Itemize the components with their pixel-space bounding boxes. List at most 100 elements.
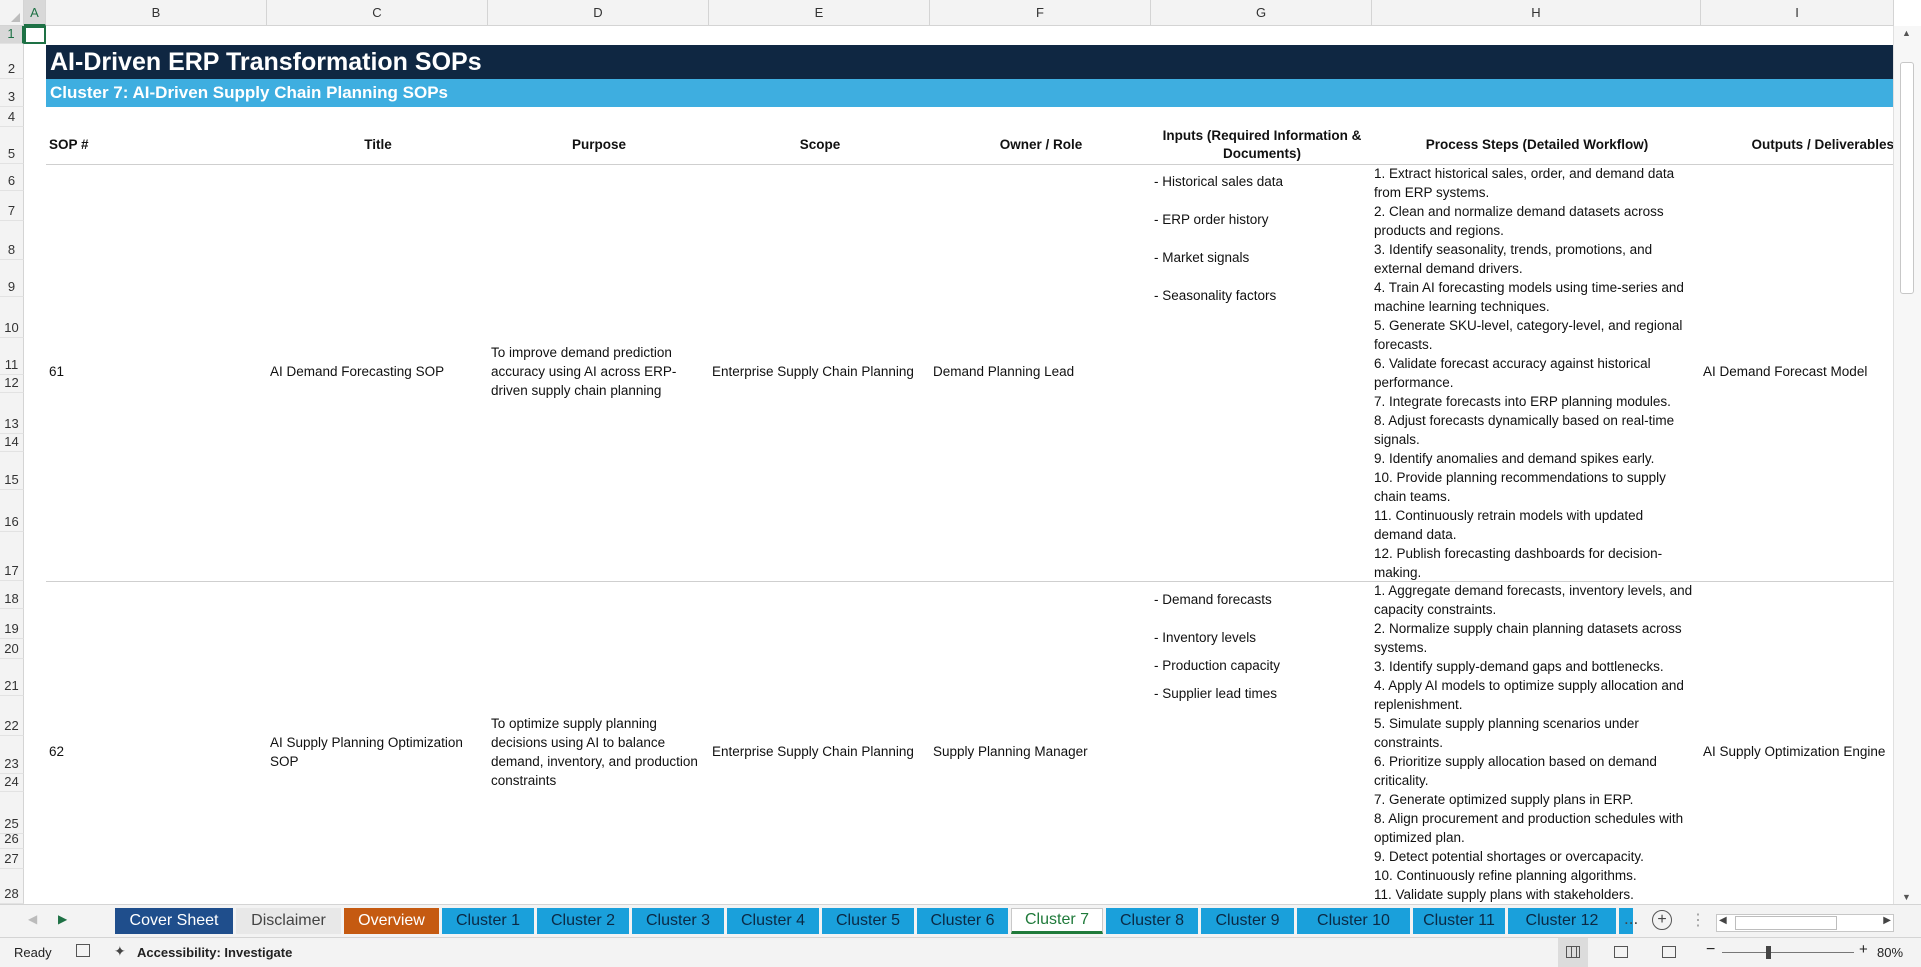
column-header-d[interactable]: D	[488, 0, 709, 26]
sheet-tab-cluster-12[interactable]: Cluster 12	[1508, 908, 1616, 934]
row-header-16[interactable]: 16	[0, 490, 24, 532]
accessibility-icon[interactable]: ✦	[114, 943, 126, 960]
row-header-23[interactable]: 23	[0, 736, 24, 774]
sop-scope[interactable]: Enterprise Supply Chain Planning	[712, 742, 914, 761]
sop-inputs[interactable]: - Historical sales data - ERP order hist…	[1154, 172, 1283, 324]
row-header-20[interactable]: 20	[0, 639, 24, 659]
row-header-3[interactable]: 3	[0, 79, 24, 107]
sheet-tab-cluster-5[interactable]: Cluster 5	[822, 908, 914, 934]
hscroll-left-icon[interactable]: ◀	[1719, 915, 1727, 926]
column-header-h[interactable]: H	[1372, 0, 1701, 26]
process-step-line: 7. Integrate forecasts into ERP planning…	[1374, 394, 1671, 409]
tab-scroll-right-icon[interactable]: ▶	[58, 912, 67, 926]
row-header-4[interactable]: 4	[0, 107, 24, 127]
sop-scope[interactable]: Enterprise Supply Chain Planning	[712, 362, 914, 381]
row-header-18[interactable]: 18	[0, 581, 24, 609]
sop-process-steps[interactable]: 1. Extract historical sales, order, and …	[1374, 164, 1684, 582]
sheet-tab-cluster-11[interactable]: Cluster 11	[1413, 908, 1505, 934]
row-header-25[interactable]: 25	[0, 792, 24, 834]
row-header-12[interactable]: 12	[0, 375, 24, 393]
sheet-tab-cluster-4[interactable]: Cluster 4	[727, 908, 819, 934]
accessibility-status[interactable]: Accessibility: Investigate	[137, 945, 292, 960]
page-layout-view-icon[interactable]	[1614, 946, 1628, 958]
sheet-tab-cluster-1[interactable]: Cluster 1	[442, 908, 534, 934]
sop-title[interactable]: AI Demand Forecasting SOP	[270, 362, 444, 381]
zoom-slider-thumb[interactable]	[1766, 946, 1771, 959]
hscroll-right-icon[interactable]: ▶	[1883, 915, 1891, 926]
row-header-1[interactable]: 1	[0, 26, 24, 44]
row-header-28[interactable]: 28	[0, 869, 24, 904]
column-header-b[interactable]: B	[46, 0, 267, 26]
row-header-19[interactable]: 19	[0, 609, 24, 639]
sop-purpose[interactable]: To improve demand prediction accuracy us…	[491, 343, 676, 400]
sop-output[interactable]: AI Supply Optimization Engine	[1703, 742, 1885, 761]
sheet-tab-cluster-3[interactable]: Cluster 3	[632, 908, 724, 934]
vertical-scrollbar[interactable]: ▲ ▼	[1893, 26, 1921, 904]
row-header-6[interactable]: 6	[0, 164, 24, 191]
sheet-tab-disclaimer[interactable]: Disclaimer	[236, 908, 341, 934]
column-header-c[interactable]: C	[267, 0, 488, 26]
row-header-5[interactable]: 5	[0, 127, 24, 164]
sheet-tab-cover-sheet[interactable]: Cover Sheet	[115, 908, 233, 934]
zoom-level[interactable]: 80%	[1877, 945, 1903, 960]
zoom-slider[interactable]	[1722, 952, 1854, 953]
column-header-i[interactable]: I	[1701, 0, 1894, 26]
row-header-21[interactable]: 21	[0, 659, 24, 696]
row-header-7[interactable]: 7	[0, 191, 24, 221]
sop-number[interactable]: 62	[49, 742, 64, 761]
sop-number[interactable]: 61	[49, 362, 64, 381]
tab-scroll-left-icon[interactable]: ◀	[28, 912, 37, 926]
macro-record-icon[interactable]	[76, 944, 90, 957]
sheet-tab-cluster-7[interactable]: Cluster 7	[1011, 908, 1103, 934]
row-header-15[interactable]: 15	[0, 452, 24, 490]
sop-owner[interactable]: Supply Planning Manager	[933, 742, 1088, 761]
scroll-down-icon[interactable]: ▼	[1902, 892, 1911, 902]
scroll-up-icon[interactable]: ▲	[1902, 28, 1911, 38]
row-header-8[interactable]: 8	[0, 221, 24, 260]
vertical-scroll-thumb[interactable]	[1900, 62, 1914, 294]
add-sheet-icon[interactable]: +	[1652, 910, 1672, 930]
process-step-line: chain teams.	[1374, 489, 1451, 504]
sheet-tab-bar: ◀ ▶ Cover Sheet Disclaimer Overview Cluster…	[0, 904, 1921, 938]
sheet-tab-cluster-10[interactable]: Cluster 10	[1297, 908, 1410, 934]
column-header-e[interactable]: E	[709, 0, 930, 26]
sop-title[interactable]: AI Supply Planning Optimization SOP	[270, 733, 463, 771]
zoom-out-icon[interactable]: −	[1706, 941, 1715, 959]
row-header-9[interactable]: 9	[0, 260, 24, 297]
row-header-11[interactable]: 11	[0, 338, 24, 375]
header-inputs: Inputs (Required Information & Documents…	[1152, 127, 1372, 163]
sheet-tab-cluster-8[interactable]: Cluster 8	[1106, 908, 1198, 934]
sheet-tab-overview[interactable]: Overview	[344, 908, 439, 934]
row-header-13[interactable]: 13	[0, 393, 24, 434]
sop-owner[interactable]: Demand Planning Lead	[933, 362, 1074, 381]
row-header-2[interactable]: 2	[0, 44, 24, 79]
select-all-corner[interactable]	[0, 0, 24, 26]
sop-purpose[interactable]: To optimize supply planning decisions us…	[491, 714, 698, 790]
row-header-17[interactable]: 17	[0, 532, 24, 581]
spreadsheet-grid[interactable]: ABCDEFGHI 1 2 3 4 5 6 7 8 9 10 11 12 13 14 15 16 17 18 19 2…	[0, 0, 1921, 904]
sheet-tab-cluster-6[interactable]: Cluster 6	[917, 908, 1008, 934]
column-header-f[interactable]: F	[930, 0, 1151, 26]
sop-output[interactable]: AI Demand Forecast Model	[1703, 362, 1867, 381]
page-break-view-icon[interactable]	[1662, 946, 1676, 958]
row-header-24[interactable]: 24	[0, 774, 24, 792]
zoom-in-icon[interactable]: +	[1859, 941, 1868, 958]
active-cell-a1[interactable]	[24, 26, 46, 44]
sop-process-steps[interactable]: 1. Aggregate demand forecasts, inventory…	[1374, 581, 1692, 904]
row-header-14[interactable]: 14	[0, 434, 24, 452]
normal-view-button[interactable]	[1558, 938, 1588, 967]
sheet-tab-cluster-9[interactable]: Cluster 9	[1201, 908, 1294, 934]
process-step-line: 8. Adjust forecasts dynamically based on…	[1374, 413, 1675, 428]
column-header-a[interactable]: A	[24, 0, 46, 26]
horizontal-scroll-thumb[interactable]	[1735, 916, 1837, 930]
sheet-tab-cluster-2[interactable]: Cluster 2	[537, 908, 629, 934]
row-header-22[interactable]: 22	[0, 696, 24, 736]
more-sheets-button[interactable]: ...	[1624, 909, 1638, 929]
row-header-26[interactable]: 26	[0, 831, 24, 849]
tab-splitter-icon[interactable]: ⋮	[1690, 910, 1706, 930]
horizontal-scrollbar[interactable]: ◀ ▶	[1716, 914, 1894, 932]
column-header-g[interactable]: G	[1151, 0, 1372, 26]
sop-inputs[interactable]: - Demand forecasts - Inventory levels - …	[1154, 590, 1280, 712]
row-header-27[interactable]: 27	[0, 849, 24, 869]
row-header-10[interactable]: 10	[0, 297, 24, 338]
